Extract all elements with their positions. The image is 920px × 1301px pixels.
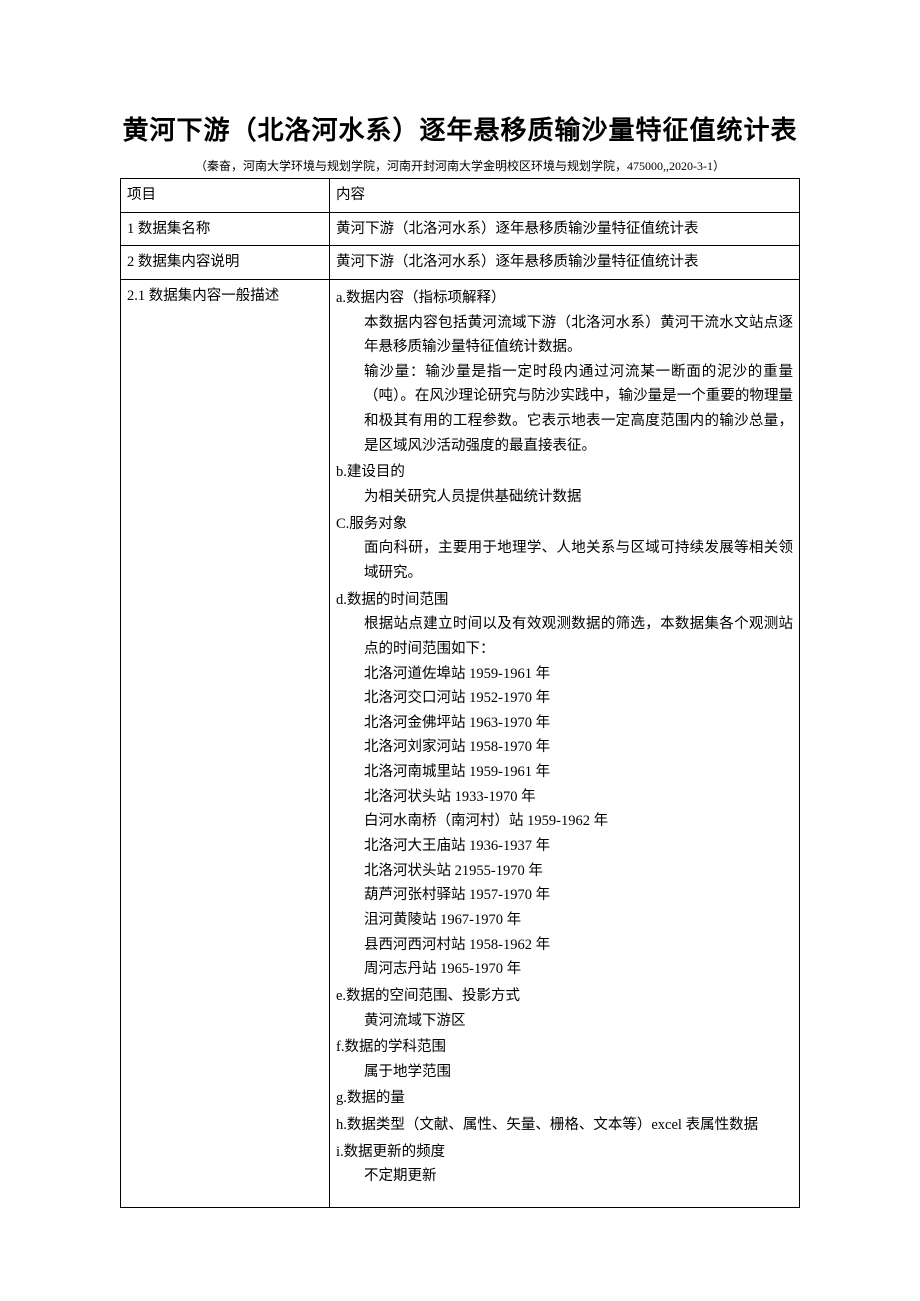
section-a-label: a.数据内容（指标项解释） [336,286,793,311]
station-item: 北洛河状头站 21955-1970 年 [336,859,793,884]
section-f-p: 属于地学范围 [336,1060,793,1085]
section-b-p: 为相关研究人员提供基础统计数据 [336,485,793,510]
station-item: 周河志丹站 1965-1970 年 [336,957,793,982]
row-content: a.数据内容（指标项解释） 本数据内容包括黄河流域下游（北洛河水系）黄河干流水文… [330,279,800,1207]
section-b-label: b.建设目的 [336,460,793,485]
row-content: 黄河下游（北洛河水系）逐年悬移质输沙量特征值统计表 [330,212,800,246]
row-dataset-desc: 2 数据集内容说明 黄河下游（北洛河水系）逐年悬移质输沙量特征值统计表 [121,246,800,280]
station-item: 北洛河道佐埠站 1959-1961 年 [336,662,793,687]
section-d-intro: 根据站点建立时间以及有效观测数据的筛选，本数据集各个观测站点的时间范围如下： [336,612,793,661]
station-item: 葫芦河张村驿站 1957-1970 年 [336,883,793,908]
metadata-table: 项目 内容 1 数据集名称 黄河下游（北洛河水系）逐年悬移质输沙量特征值统计表 … [120,178,800,1208]
section-g-label: g.数据的量 [336,1086,793,1111]
row-dataset-name: 1 数据集名称 黄河下游（北洛河水系）逐年悬移质输沙量特征值统计表 [121,212,800,246]
section-h-label: h.数据类型（文献、属性、矢量、栅格、文本等）excel 表属性数据 [336,1113,793,1138]
section-a-p2: 输沙量：输沙量是指一定时段内通过河流某一断面的泥沙的重量（吨）。在风沙理论研究与… [336,360,793,459]
section-c-p: 面向科研，主要用于地理学、人地关系与区域可持续发展等相关领域研究。 [336,536,793,585]
section-i-p: 不定期更新 [336,1164,793,1189]
section-d-label: d.数据的时间范围 [336,588,793,613]
row-label: 1 数据集名称 [121,212,330,246]
station-item: 北洛河状头站 1933-1970 年 [336,785,793,810]
section-e-p: 黄河流域下游区 [336,1009,793,1034]
section-f-label: f.数据的学科范围 [336,1035,793,1060]
page-subtitle: （秦奋，河南大学环境与规划学院，河南开封河南大学金明校区环境与规划学院，4750… [120,157,800,174]
section-c-label: C.服务对象 [336,512,793,537]
page: 黄河下游（北洛河水系）逐年悬移质输沙量特征值统计表 （秦奋，河南大学环境与规划学… [0,0,920,1301]
row-label: 2.1 数据集内容一般描述 [121,279,330,1207]
section-e-label: e.数据的空间范围、投影方式 [336,984,793,1009]
page-title: 黄河下游（北洛河水系）逐年悬移质输沙量特征值统计表 [120,110,800,147]
station-item: 沮河黄陵站 1967-1970 年 [336,908,793,933]
header-row: 项目 内容 [121,179,800,213]
station-item: 县西河西河村站 1958-1962 年 [336,933,793,958]
station-item: 白河水南桥（南河村）站 1959-1962 年 [336,809,793,834]
station-item: 北洛河交口河站 1952-1970 年 [336,686,793,711]
section-a-p1: 本数据内容包括黄河流域下游（北洛河水系）黄河干流水文站点逐年悬移质输沙量特征值统… [336,311,793,360]
station-item: 北洛河刘家河站 1958-1970 年 [336,735,793,760]
station-item: 北洛河南城里站 1959-1961 年 [336,760,793,785]
header-right: 内容 [330,179,800,213]
section-i-label: i.数据更新的频度 [336,1140,793,1165]
header-left: 项目 [121,179,330,213]
row-content: 黄河下游（北洛河水系）逐年悬移质输沙量特征值统计表 [330,246,800,280]
row-label: 2 数据集内容说明 [121,246,330,280]
station-item: 北洛河金佛坪站 1963-1970 年 [336,711,793,736]
bottom-padding [336,1189,793,1203]
station-item: 北洛河大王庙站 1936-1937 年 [336,834,793,859]
row-general-desc: 2.1 数据集内容一般描述 a.数据内容（指标项解释） 本数据内容包括黄河流域下… [121,279,800,1207]
